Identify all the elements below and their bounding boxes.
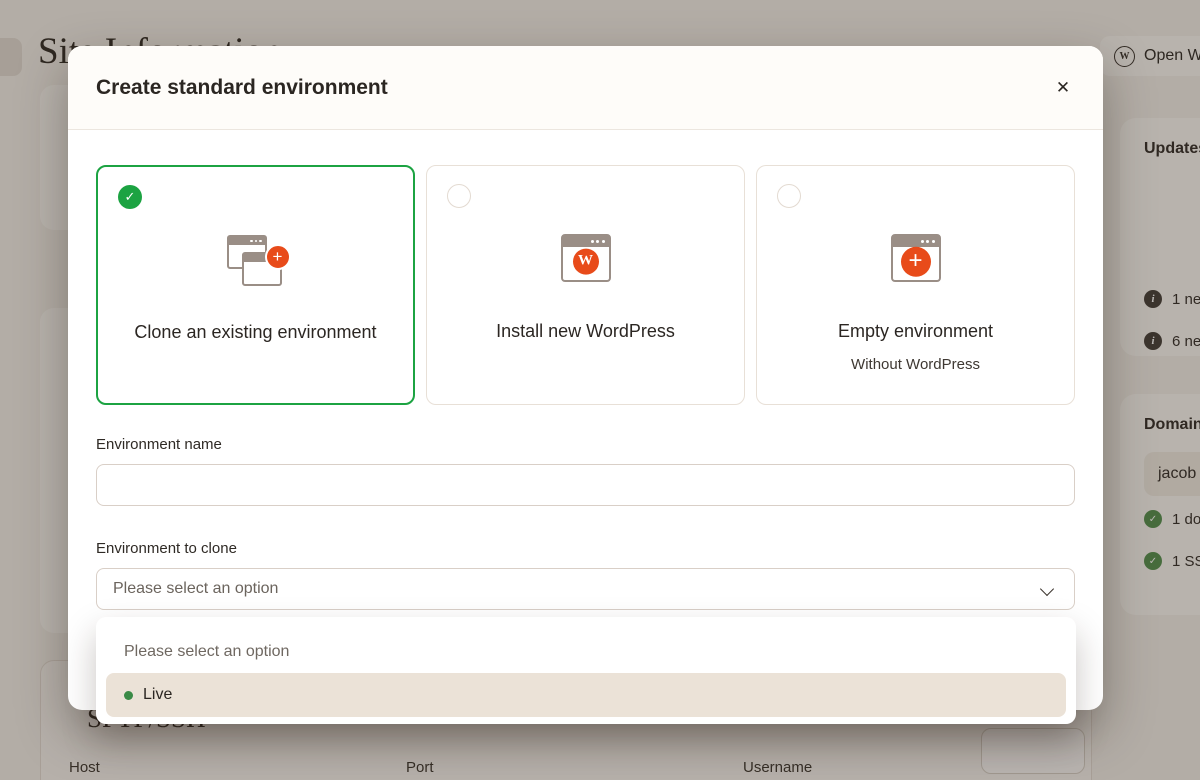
modal-title: Create standard environment [96,76,388,100]
status-dot-icon [124,691,133,700]
option-card-label: Install new WordPress [427,321,744,342]
dropdown-option-placeholder[interactable]: Please select an option [124,643,289,661]
option-card-wordpress[interactable]: Install new WordPress [426,165,745,405]
clone-windows-icon [98,235,413,293]
option-card-clone[interactable]: Clone an existing environment [96,165,415,405]
plus-window-icon [757,234,1074,282]
select-value: Please select an option [113,580,278,598]
app-root: Site Information Open W SFTP/SSH Host Po… [0,0,1200,780]
modal-header: Create standard environment [68,46,1103,130]
create-environment-modal: Create standard environment Clone an exi… [68,46,1103,710]
dropdown-option-live[interactable]: Live [106,673,1066,717]
radio-icon [447,184,471,208]
option-card-label: Clone an existing environment [98,322,413,343]
chevron-down-icon [1040,582,1054,596]
wordpress-window-icon [427,234,744,282]
radio-icon [777,184,801,208]
option-card-label: Empty environment [757,321,1074,342]
environment-to-clone-select[interactable]: Please select an option [96,568,1075,610]
environment-select-dropdown: Please select an option Live [96,617,1076,724]
option-card-sublabel: Without WordPress [757,356,1074,373]
environment-to-clone-label: Environment to clone [96,540,237,557]
wordpress-logo-icon [573,248,599,274]
plus-badge-icon [265,244,291,270]
option-card-empty[interactable]: Empty environment Without WordPress [756,165,1075,405]
environment-name-label: Environment name [96,436,222,453]
environment-type-options: Clone an existing environment Install ne… [96,165,1075,405]
environment-name-input[interactable] [96,464,1075,506]
dropdown-option-label: Live [143,686,172,704]
close-icon[interactable] [1047,72,1079,104]
selected-check-icon [118,185,142,209]
plus-icon [901,247,931,277]
